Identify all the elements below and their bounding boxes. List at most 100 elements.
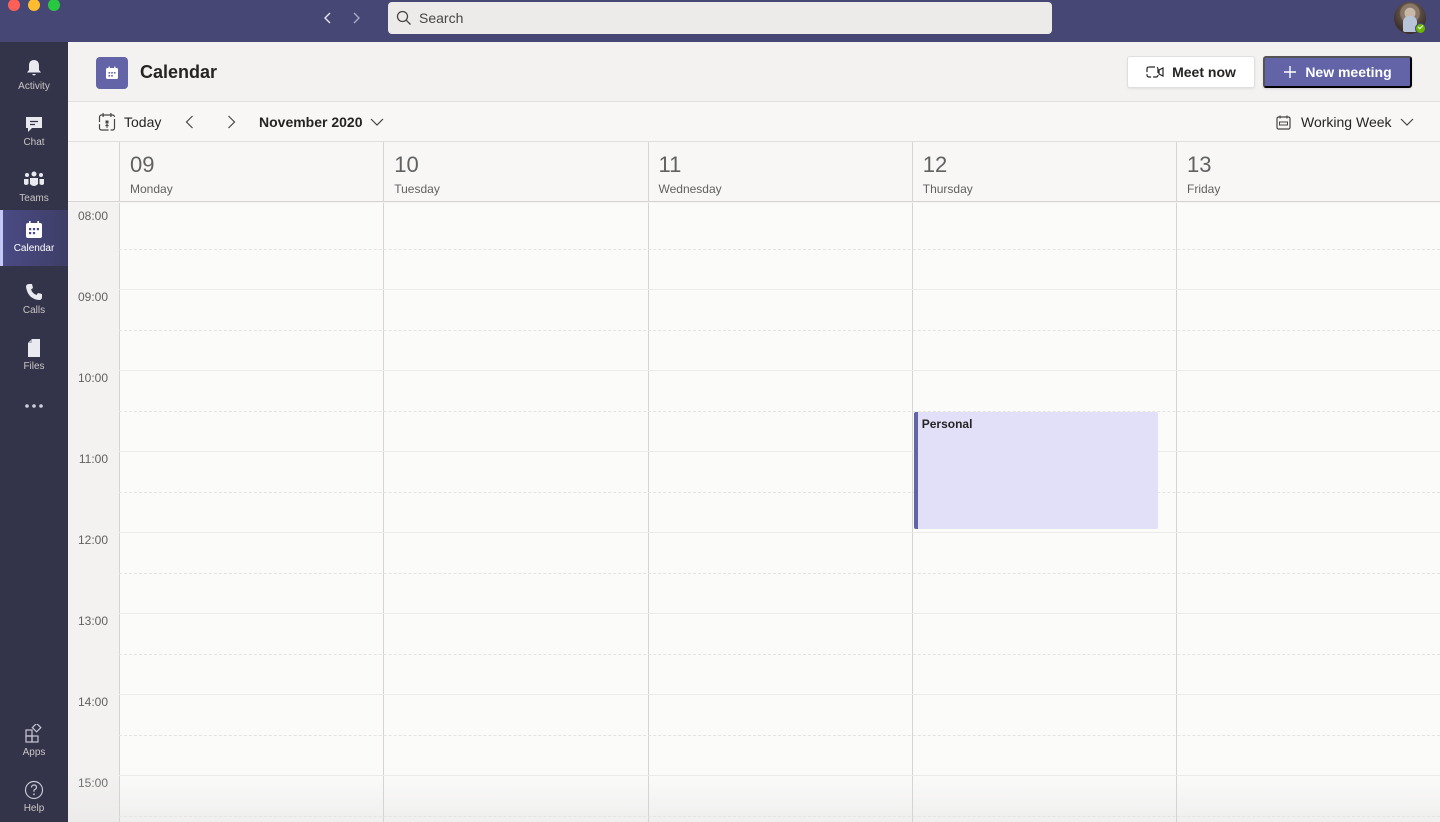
day-header-monday[interactable]: 09 Monday <box>119 142 383 202</box>
time-label: 08:00 <box>77 209 108 223</box>
half-hour-line <box>119 572 1440 574</box>
next-week-button[interactable] <box>223 114 239 130</box>
today-button[interactable]: Today <box>98 112 161 132</box>
rail-item-label: Help <box>23 803 45 814</box>
rail-item-label: Teams <box>19 193 49 204</box>
column-divider <box>647 203 649 822</box>
today-label: Today <box>124 114 162 130</box>
more-apps-button[interactable] <box>0 396 68 416</box>
calendar-event[interactable]: Personal <box>913 411 1158 529</box>
event-title: Personal <box>921 416 973 431</box>
time-gutter: 08:00 09:00 10:00 11:00 12:00 13:00 14:00 15:00 <box>68 203 119 822</box>
chevron-right-icon <box>228 115 236 129</box>
view-label: Working Week <box>1301 114 1392 130</box>
half-hour-line <box>119 248 1440 250</box>
plus-icon <box>1284 66 1297 78</box>
column-divider <box>911 203 913 822</box>
file-icon <box>28 339 40 357</box>
day-number: 09 <box>130 152 155 177</box>
half-hour-line <box>119 410 1440 412</box>
window-minimize-button[interactable] <box>28 0 40 11</box>
window-close-button[interactable] <box>8 0 20 11</box>
chat-icon <box>26 117 42 132</box>
half-hour-line <box>119 329 1440 331</box>
chevron-left-icon[interactable] <box>319 9 337 27</box>
search-input[interactable] <box>419 10 1019 26</box>
rail-item-chat[interactable]: Chat <box>0 104 68 160</box>
hour-line <box>119 775 1440 776</box>
teams-icon <box>24 171 44 186</box>
rail-item-label: Calendar <box>13 243 55 254</box>
hour-line <box>119 694 1440 695</box>
column-divider <box>1176 203 1177 822</box>
calendar-view-icon <box>1276 115 1291 130</box>
chevron-left-icon <box>185 115 193 129</box>
day-header-friday[interactable]: 13 Friday <box>1176 142 1440 202</box>
hour-line <box>119 370 1440 371</box>
half-hour-line <box>119 815 1440 817</box>
day-name: Wednesday <box>658 182 722 196</box>
rail-item-label: Chat <box>23 137 45 148</box>
window-zoom-button[interactable] <box>48 0 60 11</box>
more-horizontal-icon <box>25 404 43 408</box>
time-label: 15:00 <box>77 776 108 790</box>
calendar-icon <box>26 221 42 238</box>
day-header-wednesday[interactable]: 11 Wednesday <box>647 142 912 202</box>
time-label: 14:00 <box>77 695 108 709</box>
day-column-tuesday[interactable] <box>383 203 647 822</box>
rail-item-label: Activity <box>18 81 50 92</box>
video-camera-icon <box>1146 66 1164 78</box>
day-number: 11 <box>658 152 682 177</box>
previous-week-button[interactable] <box>182 114 198 130</box>
day-number: 10 <box>394 152 419 177</box>
chevron-down-icon <box>1400 118 1413 126</box>
day-column-monday[interactable] <box>119 203 383 822</box>
help-icon <box>24 780 44 800</box>
column-divider <box>383 203 385 822</box>
hour-line <box>119 289 1440 290</box>
new-meeting-button[interactable]: New meeting <box>1263 56 1412 88</box>
avatar[interactable] <box>1394 2 1426 34</box>
meet-now-button[interactable]: Meet now <box>1127 56 1255 88</box>
chevron-right-icon[interactable] <box>347 9 365 27</box>
day-column-friday[interactable] <box>1176 203 1440 822</box>
column-divider <box>119 203 120 822</box>
half-hour-line <box>119 491 1440 493</box>
search-icon <box>396 10 411 25</box>
hour-line <box>119 532 1440 533</box>
search-box[interactable] <box>388 2 1052 34</box>
time-label: 12:00 <box>77 533 108 547</box>
day-name: Tuesday <box>394 182 440 196</box>
app-rail: Activity Chat Teams Calendar Calls Files… <box>0 42 68 822</box>
bell-icon <box>27 60 41 76</box>
day-header-tuesday[interactable]: 10 Tuesday <box>383 142 647 202</box>
hour-line <box>119 613 1440 614</box>
rail-item-apps[interactable]: Apps <box>0 714 68 770</box>
day-header-thursday[interactable]: 12 Thursday <box>911 142 1176 202</box>
rail-item-activity[interactable]: Activity <box>0 48 68 104</box>
rail-item-calls[interactable]: Calls <box>0 272 68 328</box>
chevron-down-icon <box>370 118 383 126</box>
month-label: November 2020 <box>259 114 363 130</box>
month-picker[interactable]: November 2020 <box>259 114 384 130</box>
rail-item-teams[interactable]: Teams <box>0 160 68 216</box>
hour-line <box>119 451 1440 452</box>
calendar-header: Calendar Meet now New meeting <box>68 42 1440 102</box>
day-name: Monday <box>130 182 173 196</box>
calendar-app-icon <box>96 57 128 89</box>
rail-item-label: Calls <box>22 305 46 316</box>
phone-icon <box>26 284 42 300</box>
calendar-today-icon <box>98 113 116 131</box>
rail-item-files[interactable]: Files <box>0 328 68 384</box>
half-hour-line <box>119 734 1440 736</box>
rail-item-help[interactable]: Help <box>0 770 68 822</box>
title-bar <box>0 0 1440 42</box>
day-column-wednesday[interactable] <box>648 203 912 822</box>
rail-item-calendar[interactable]: Calendar <box>0 210 68 266</box>
presence-available-icon <box>1415 23 1426 34</box>
view-switcher[interactable]: Working Week <box>1276 114 1414 130</box>
day-headers: 09 Monday 10 Tuesday 11 Wednesday 12 Thu… <box>68 142 1440 202</box>
calendar-toolbar: Today November 2020 Working Week <box>68 102 1440 142</box>
time-label: 11:00 <box>78 452 108 466</box>
page-title: Calendar <box>140 62 218 82</box>
